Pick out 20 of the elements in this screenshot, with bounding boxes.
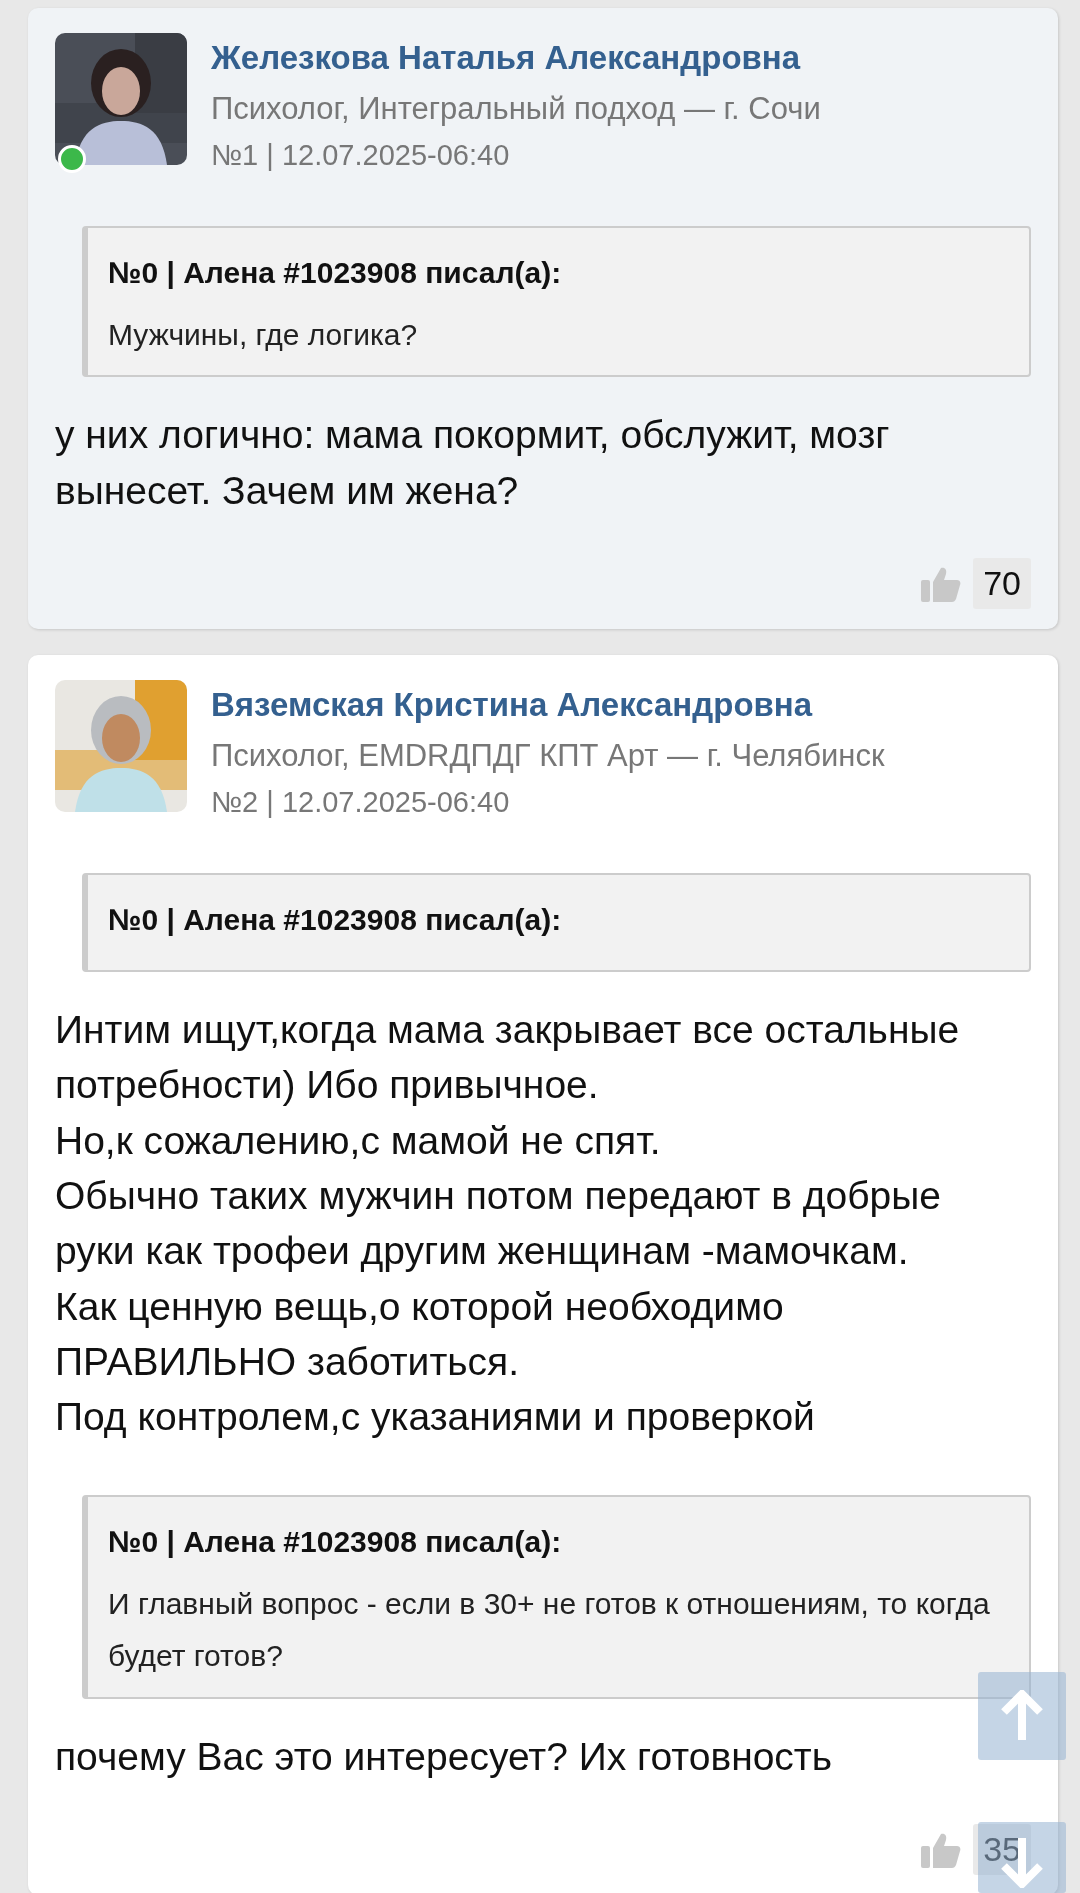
like-count: 70 — [973, 558, 1031, 610]
post-meta: №1 | 12.07.2025-06:40 — [211, 138, 511, 174]
author-link[interactable]: Вяземская Кристина Александровна — [211, 680, 885, 730]
quote-text: Мужчины, где логика? — [108, 316, 419, 353]
post-text: почему Вас это интересует? Их готовность — [55, 1733, 834, 1780]
quote-header: №0 | Алена #1023908 писал(а): — [108, 901, 563, 938]
author-link[interactable]: Железкова Наталья Александровна — [211, 33, 821, 83]
thumbs-up-icon[interactable] — [921, 1831, 962, 1868]
quote-header: №0 | Алена #1023908 писал(а): — [108, 1523, 563, 1560]
scroll-down-button[interactable] — [978, 1822, 1066, 1893]
author-subtitle: Психолог, Интегральный подход — г. Сочи — [211, 89, 821, 128]
post-meta: №2 | 12.07.2025-06:40 — [211, 785, 511, 821]
scroll-up-button[interactable] — [978, 1672, 1066, 1760]
arrow-up-icon — [1000, 1690, 1044, 1742]
quote-header: №0 | Алена #1023908 писал(а): — [108, 254, 563, 291]
quote-text: И главный вопрос - если в 30+ не готов к отношениям, то когда будет готов? — [108, 1585, 991, 1675]
post-text: Интим ищут,когда мама закрывает все остальные потребности) Ибо привычное. Но,к сожалению,с мамой не спят. Обычно таких мужчин потом передают в добрые руки как трофеи другим женщинам -мамочкам. Как ценную вещь,о которой необходимо ПРАВИЛЬНО заботиться. Под контролем,с указаниями и проверкой — [55, 1006, 961, 1441]
thumbs-up-icon[interactable] — [921, 565, 962, 602]
post-text: у них логично: мама покормит, обслужит, мозг вынесет. Зачем им жена? — [55, 412, 891, 514]
author-subtitle: Психолог, EMDRДПДГ КПТ Арт — г. Челябинск — [211, 736, 885, 775]
